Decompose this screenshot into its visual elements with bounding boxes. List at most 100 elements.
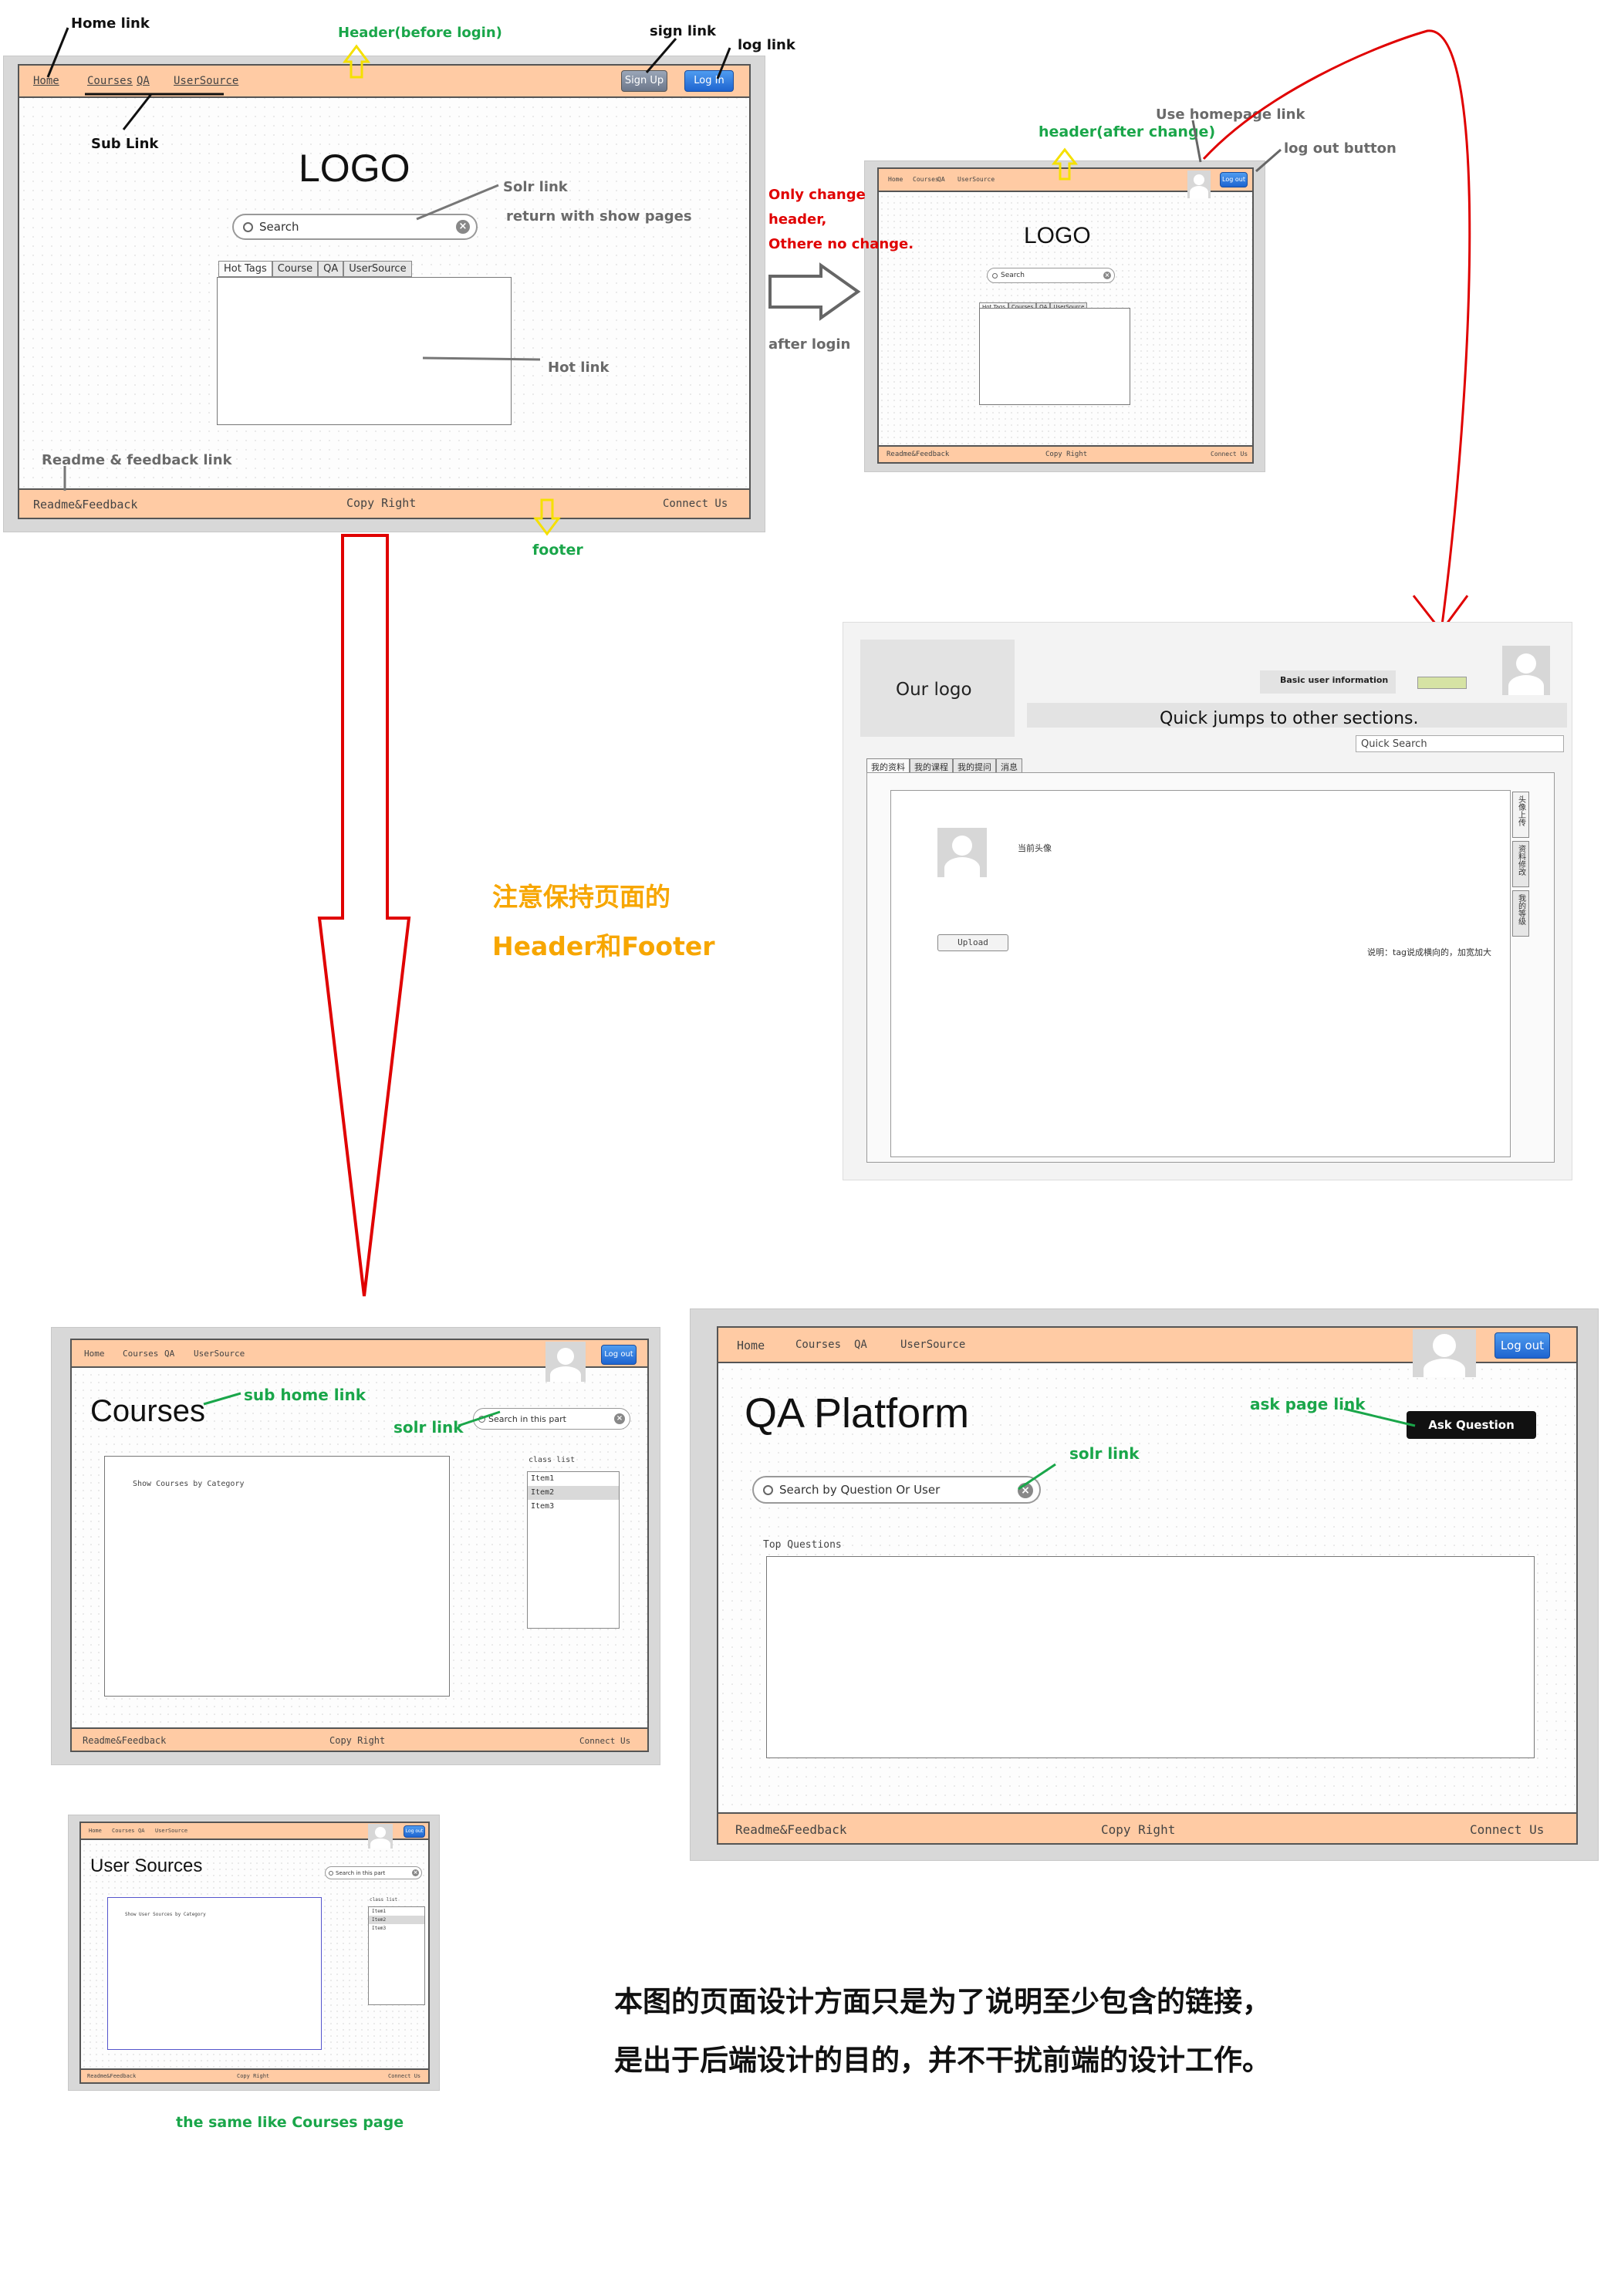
- clear-icon[interactable]: ×: [412, 1869, 419, 1876]
- avatar-head: [557, 1348, 574, 1365]
- nav-usersource-link[interactable]: UserSource: [900, 1339, 965, 1351]
- nav-home-link[interactable]: Home: [888, 176, 903, 183]
- nav-courses-link[interactable]: Courses: [112, 1828, 135, 1834]
- nav-usersource-link[interactable]: UserSource: [155, 1828, 187, 1834]
- usersources-search-input[interactable]: Search in this part ×: [325, 1866, 422, 1879]
- nav-home-link[interactable]: Home: [84, 1349, 105, 1359]
- clear-icon[interactable]: ×: [456, 220, 470, 234]
- avatar-body: [1424, 1359, 1465, 1377]
- footer-copyright: Copy Right: [346, 496, 417, 510]
- ask-question-button[interactable]: Ask Question: [1407, 1411, 1536, 1439]
- nav-qa-link[interactable]: QA: [937, 176, 945, 183]
- tab-qa[interactable]: QA: [318, 261, 344, 277]
- annotation-log-link: log link: [738, 37, 795, 53]
- basic-user-info-box: Basic user information: [1260, 670, 1396, 694]
- user-page-mockup: Our logo Basic user information Quick ju…: [843, 622, 1572, 1180]
- user-avatar[interactable]: [1187, 171, 1211, 198]
- top-questions-box: [766, 1556, 1535, 1758]
- footer-connect-link[interactable]: Connect Us: [663, 498, 728, 510]
- after-login-search[interactable]: Search ×: [987, 268, 1115, 283]
- caption-same-like-courses: the same like Courses page: [176, 2114, 404, 2131]
- side-tab-my-level[interactable]: 我的等级: [1512, 890, 1529, 937]
- nav-courses-link[interactable]: Courses: [795, 1339, 841, 1351]
- logout-button[interactable]: Log out: [1220, 172, 1248, 187]
- class-list-label: class list: [529, 1456, 576, 1464]
- nav-home-link[interactable]: Home: [89, 1828, 102, 1834]
- nav-courses-link[interactable]: Courses: [913, 176, 939, 183]
- nav-qa-link[interactable]: QA: [138, 1828, 144, 1834]
- clear-icon[interactable]: ×: [1103, 272, 1111, 279]
- usersources-title: User Sources: [90, 1855, 203, 1876]
- list-item[interactable]: Item1: [528, 1472, 619, 1486]
- annotation-ask-page-link: ask page link: [1250, 1395, 1366, 1413]
- list-item[interactable]: Item3: [528, 1500, 619, 1514]
- nav-usersource-link[interactable]: UserSource: [174, 75, 238, 87]
- side-tab-avatar-upload[interactable]: 头像上传: [1512, 792, 1529, 838]
- quick-jumps-text[interactable]: Quick jumps to other sections.: [1160, 709, 1418, 728]
- class-list: Item1 Item2 Item3: [527, 1471, 620, 1629]
- nav-courses-link[interactable]: Courses: [87, 75, 133, 87]
- user-avatar[interactable]: [545, 1342, 586, 1382]
- search-placeholder: Search: [1001, 272, 1025, 279]
- footer-connect-link[interactable]: Connect Us: [388, 2073, 420, 2079]
- clear-icon[interactable]: ×: [614, 1413, 625, 1424]
- footer-readme-link[interactable]: Readme&Feedback: [33, 498, 137, 512]
- nav-usersource-link[interactable]: UserSource: [194, 1349, 245, 1359]
- footer-readme-link[interactable]: Readme&Feedback: [887, 451, 949, 458]
- courses-search-input[interactable]: Search in this part ×: [473, 1408, 630, 1430]
- user-avatar[interactable]: [1413, 1329, 1476, 1377]
- logout-button[interactable]: Log out: [1494, 1332, 1550, 1359]
- annotation-courses-solr-link: solr link: [393, 1418, 464, 1437]
- nav-qa-link[interactable]: QA: [164, 1349, 174, 1359]
- login-button[interactable]: Log In: [684, 70, 734, 92]
- clear-icon[interactable]: ×: [1018, 1483, 1033, 1498]
- footer-connect-link[interactable]: Connect Us: [1211, 451, 1248, 458]
- top-questions-label: Top Questions: [763, 1539, 842, 1551]
- list-item[interactable]: Item2: [528, 1486, 619, 1500]
- side-tab-profile-edit[interactable]: 资料修改: [1512, 841, 1529, 887]
- after-login-mockup: Home Courses QA UserSource Log out LOGO …: [864, 160, 1265, 472]
- list-item[interactable]: Item2: [369, 1916, 424, 1924]
- after-login-header: Home Courses QA UserSource Log out: [879, 169, 1252, 198]
- qa-search-input[interactable]: Search by Question Or User ×: [752, 1476, 1041, 1504]
- side-tab-profile-edit-label: 资料修改: [1516, 845, 1525, 876]
- note-use-homepage-link: Use homepage link: [1156, 106, 1305, 123]
- user-page-avatar[interactable]: [1502, 646, 1550, 695]
- nav-home-link[interactable]: Home: [33, 75, 59, 87]
- footer-readme-link[interactable]: Readme&Feedback: [735, 1822, 847, 1837]
- tab-hot-tags[interactable]: Hot Tags: [218, 261, 272, 277]
- footer-readme-link[interactable]: Readme&Feedback: [87, 2073, 136, 2079]
- show-sources-label: Show User Sources by Category: [125, 1912, 206, 1917]
- nav-usersource-link[interactable]: UserSource: [957, 176, 995, 183]
- footer-connect-link[interactable]: Connect Us: [579, 1736, 630, 1746]
- basic-user-info-text: Basic user information: [1280, 675, 1389, 685]
- tab-course[interactable]: Course: [272, 261, 319, 277]
- nav-qa-link[interactable]: QA: [854, 1339, 867, 1351]
- nav-courses-link[interactable]: Courses: [123, 1349, 158, 1359]
- list-item[interactable]: Item1: [369, 1907, 424, 1916]
- nav-qa-link[interactable]: QA: [137, 75, 150, 87]
- avatar-body: [370, 1838, 390, 1849]
- note-logout-button: log out button: [1284, 140, 1397, 157]
- footer-readme-link[interactable]: Readme&Feedback: [83, 1735, 166, 1746]
- footer-connect-link[interactable]: Connect Us: [1470, 1822, 1544, 1837]
- user-avatar[interactable]: [368, 1824, 393, 1849]
- signup-button[interactable]: Sign Up: [621, 70, 667, 92]
- avatar-body: [1190, 186, 1208, 198]
- upload-button[interactable]: Upload: [937, 934, 1008, 951]
- class-list-label: class list: [370, 1897, 398, 1903]
- main-tab-content: [217, 277, 512, 425]
- usersources-screen: Home Courses QA UserSource Log out User …: [79, 1822, 430, 2084]
- after-login-logo: LOGO: [1024, 223, 1091, 248]
- logout-button[interactable]: Log out: [404, 1825, 425, 1838]
- logout-button[interactable]: Log out: [601, 1345, 637, 1365]
- nav-home-link[interactable]: Home: [737, 1339, 765, 1352]
- list-item[interactable]: Item3: [369, 1924, 424, 1933]
- main-search-input[interactable]: Search ×: [232, 214, 478, 240]
- show-courses-label: Show Courses by Category: [133, 1480, 245, 1488]
- main-logo: LOGO: [299, 147, 410, 190]
- annotation-readme-feedback-link: Readme & feedback link: [42, 452, 232, 468]
- tab-usersource[interactable]: UserSource: [343, 261, 412, 277]
- note-after-login: after login: [768, 336, 851, 353]
- quick-search-input[interactable]: Quick Search: [1356, 735, 1564, 752]
